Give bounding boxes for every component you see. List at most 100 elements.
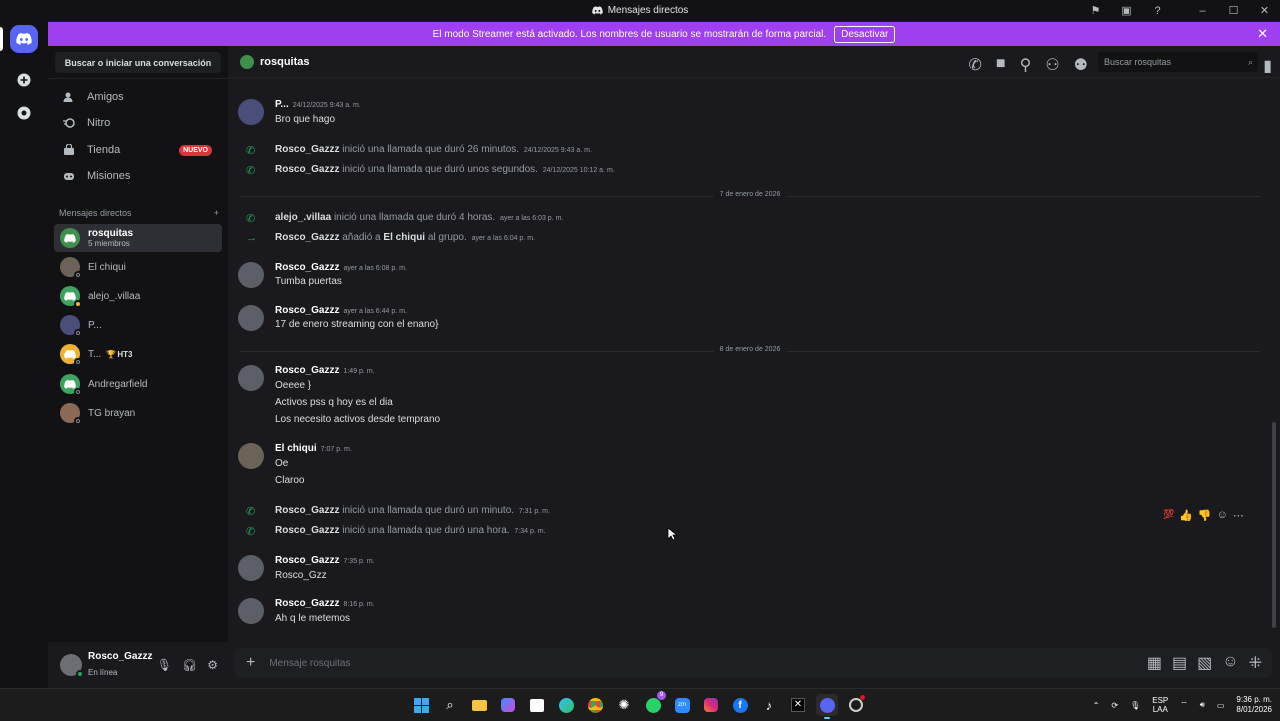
author-name[interactable]: El chiqui (275, 443, 317, 454)
chevron-up-icon[interactable]: ⌃ (1093, 701, 1100, 710)
battery-icon[interactable]: ▭ (1217, 701, 1225, 710)
avatar[interactable] (238, 262, 264, 288)
file-explorer-icon[interactable] (468, 694, 490, 716)
discover-button[interactable] (10, 99, 38, 127)
x-icon[interactable]: ✕ (787, 694, 809, 716)
user-avatar[interactable] (60, 654, 84, 678)
author-name[interactable]: Rosco_Gazzz (275, 525, 339, 536)
search-input[interactable]: Buscar rosquitas ⌕ (1098, 52, 1258, 72)
direct-messages-button[interactable] (10, 25, 38, 53)
timestamp: 8:16 p. m. (343, 601, 375, 608)
pin-icon[interactable]: ⚲ (1020, 55, 1032, 75)
message-composer: + ▦ ▤ ▧ ☺ ⁜ (228, 642, 1280, 688)
author-name[interactable]: Rosco_Gazzz (275, 598, 339, 609)
author-name[interactable]: Rosco_Gazzz (275, 144, 339, 155)
zoom-icon[interactable]: zm (671, 694, 693, 716)
arrow-right-icon: → (246, 232, 257, 244)
gif-icon[interactable]: ▤ (1172, 653, 1187, 673)
author-name[interactable]: Rosco_Gazzz (275, 232, 339, 243)
maximize-button[interactable]: ☐ (1218, 4, 1249, 17)
chat-header: rosquitas ✆ ■ ⚲ ⚇ ⚉ Buscar rosquitas ⌕ ▮ (228, 46, 1280, 78)
tiktok-icon[interactable]: ♪ (758, 694, 780, 716)
discord-taskbar-icon[interactable] (816, 694, 838, 719)
avatar[interactable] (238, 305, 264, 331)
minimize-button[interactable]: – (1187, 5, 1218, 17)
edge-icon[interactable] (555, 694, 577, 716)
headphones-icon[interactable]: 🎧︎ (182, 658, 197, 672)
dm-item-alejo[interactable]: alejo_.villaa (54, 282, 222, 310)
search-icon[interactable]: ⌕ (439, 694, 461, 716)
author-name[interactable]: Rosco_Gazzz (275, 262, 339, 273)
sync-icon[interactable]: ⟳ (1111, 701, 1118, 710)
language-code: ESP (1152, 696, 1169, 705)
microphone-icon[interactable]: 🎙︎ (157, 658, 172, 672)
avatar[interactable] (238, 99, 264, 125)
member-list-icon[interactable]: ⚉ (1074, 55, 1088, 75)
avatar[interactable] (238, 443, 264, 469)
clock[interactable]: 9:36 p. m. 8/01/2026 (1236, 695, 1272, 715)
more-options-icon[interactable]: ⋯ (1233, 509, 1244, 522)
author-name[interactable]: Rosco_Gazzz (275, 305, 339, 316)
dm-item-rosquitas[interactable]: rosquitas 5 miembros (54, 224, 222, 252)
store-icon[interactable] (526, 694, 548, 716)
video-icon[interactable]: ■ (996, 55, 1006, 75)
avatar[interactable] (238, 555, 264, 581)
instagram-icon[interactable] (700, 694, 722, 716)
close-window-button[interactable]: ✕ (1249, 4, 1280, 17)
thumbs-down-icon[interactable]: 👎 (1198, 509, 1212, 522)
add-server-button[interactable] (10, 66, 38, 94)
author-name[interactable]: Rosco_Gazzz (275, 555, 339, 566)
100-reaction-icon[interactable]: 💯 (1163, 509, 1174, 522)
inbox-icon[interactable]: ▮ (1263, 56, 1272, 76)
author-name[interactable]: P... (275, 99, 289, 110)
chatgpt-icon[interactable]: ✺ (613, 694, 635, 716)
add-member-icon[interactable]: ⚇ (1045, 55, 1059, 75)
apps-icon[interactable]: ⁜ (1249, 653, 1262, 673)
emoji-icon[interactable]: ☺ (1222, 653, 1238, 673)
help-icon[interactable]: ? (1142, 5, 1173, 17)
screen-icon[interactable]: ▣ (1111, 4, 1142, 17)
message-input[interactable] (269, 657, 1090, 669)
settings-gear-icon[interactable]: ⚙ (207, 658, 218, 672)
add-reaction-icon[interactable]: ☺ (1217, 509, 1228, 522)
thumbs-up-icon[interactable]: 👍 (1179, 509, 1193, 522)
author-name[interactable]: alejo_.villaa (275, 212, 331, 223)
find-conversation-button[interactable]: Buscar o iniciar una conversación (55, 52, 221, 73)
dm-item-tg-brayan[interactable]: TG brayan (54, 399, 222, 427)
scrollbar[interactable] (1272, 78, 1276, 642)
recording-app-icon[interactable] (845, 694, 867, 716)
upload-plus-icon[interactable]: + (246, 654, 255, 672)
close-icon[interactable]: ✕ (1257, 26, 1268, 42)
chrome-icon[interactable] (584, 694, 606, 716)
mic-tray-icon[interactable]: 🎙︎ (1130, 701, 1140, 710)
member-added-event: → Rosco_Gazzz añadió a El chiqui al grup… (228, 231, 1272, 247)
nav-friends[interactable]: Amigos (54, 85, 222, 109)
target-name[interactable]: El chiqui (383, 232, 425, 243)
disable-streamer-button[interactable]: Desactivar (834, 25, 896, 43)
volume-icon[interactable]: 🔊︎ (1200, 700, 1205, 710)
whatsapp-icon[interactable]: 9 (642, 691, 666, 716)
wifi-icon[interactable]: ⌔ (1180, 700, 1188, 710)
dm-item-andregarfield[interactable]: Andregarfield (54, 370, 222, 398)
start-button[interactable] (410, 694, 432, 716)
call-icon[interactable]: ✆ (969, 55, 982, 75)
gift-icon[interactable]: ▦ (1147, 653, 1162, 673)
dm-item-t[interactable]: T... 🏆 HT3 (54, 340, 222, 368)
dm-item-el-chiqui[interactable]: El chiqui (54, 253, 222, 281)
avatar[interactable] (238, 365, 264, 391)
author-name[interactable]: Rosco_Gazzz (275, 164, 339, 175)
copilot-icon[interactable] (497, 694, 519, 716)
sticker-icon[interactable]: ▧ (1197, 653, 1212, 673)
nav-nitro[interactable]: Nitro (54, 111, 222, 135)
facebook-icon[interactable]: f (729, 694, 751, 716)
author-name[interactable]: Rosco_Gazzz (275, 505, 339, 516)
dm-item-p[interactable]: P... (54, 311, 222, 339)
language-indicator[interactable]: ESP LAA (1152, 696, 1168, 714)
inbox-flag-icon[interactable]: ⚑ (1080, 4, 1111, 17)
avatar[interactable] (238, 598, 264, 624)
scrollbar-thumb[interactable] (1272, 422, 1276, 628)
nav-quests[interactable]: Misiones (54, 164, 222, 188)
create-dm-icon[interactable]: + (214, 208, 219, 218)
author-name[interactable]: Rosco_Gazzz (275, 365, 339, 376)
nav-shop[interactable]: Tienda NUEVO (54, 138, 222, 162)
